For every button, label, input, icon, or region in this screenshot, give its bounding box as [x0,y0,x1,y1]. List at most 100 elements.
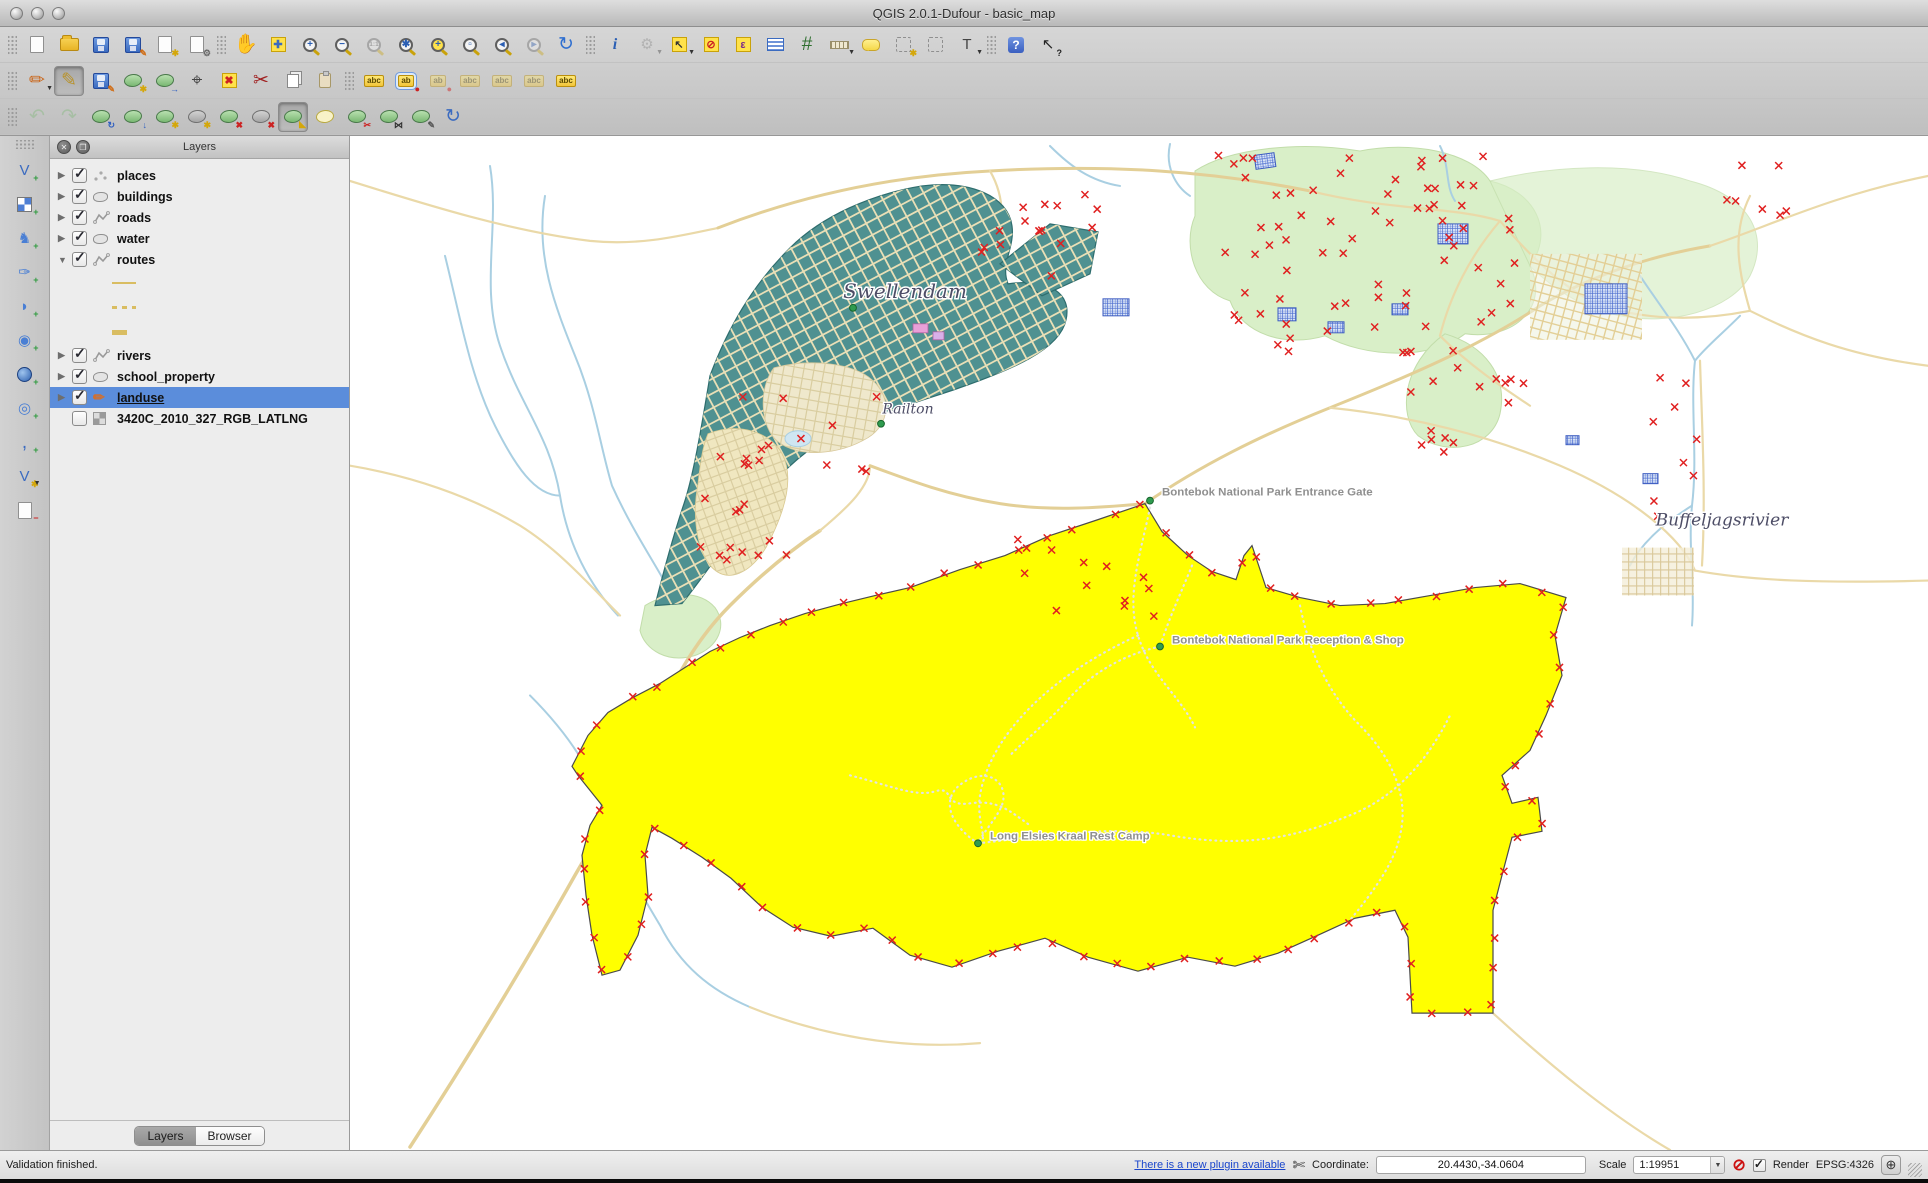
pan-map-button[interactable]: ✋ [231,30,261,60]
expander-icon[interactable]: ▶ [58,392,72,403]
stop-rendering-icon[interactable]: ⊘ [1732,1155,1745,1175]
pin-labels-button[interactable]: abc [455,66,485,96]
toolbar-grip[interactable] [15,140,35,149]
offset-curve-button[interactable] [310,102,340,132]
expander-icon[interactable]: ▼ [58,255,72,265]
add-mssql-layer-button[interactable]: ◗+ [10,291,40,321]
help-contents-button[interactable]: ? [1001,30,1031,60]
cut-features-button[interactable]: ✂ [246,66,276,96]
zoom-in-button[interactable]: + [295,30,325,60]
layer-visibility-checkbox[interactable] [72,252,87,267]
chevron-down-icon[interactable]: ▼ [976,49,983,56]
reshape-features-button[interactable]: ◣ [278,102,308,132]
whats-this-button[interactable]: ↖? [1033,30,1063,60]
new-project-button[interactable] [22,30,52,60]
resize-grip[interactable] [1908,1163,1922,1177]
labeling-options-button[interactable]: abc [359,66,389,96]
layer-visibility-checkbox[interactable] [72,210,87,225]
copy-features-button[interactable] [278,66,308,96]
panel-tab-layers[interactable]: Layers [135,1127,195,1145]
pan-map-to-selection-button[interactable]: ✚ [263,30,293,60]
show-bookmarks-button[interactable] [920,30,950,60]
expander-icon[interactable]: ▶ [58,371,72,382]
layer-visibility-checkbox[interactable] [72,231,87,246]
render-label[interactable]: Render [1773,1159,1809,1171]
delete-selected-button[interactable]: ✖ [214,66,244,96]
expander-icon[interactable]: ▶ [58,191,72,202]
new-shapefile-layer-button[interactable]: V✱▼ [10,461,40,491]
chevron-down-icon[interactable]: ▼ [688,49,695,56]
refresh-map-button[interactable]: ↻ [551,30,581,60]
layer-item-landuse[interactable]: ▶✏landuse [50,387,349,408]
layer-item-3420C_2010_327_RGB_LATLNG[interactable]: 3420C_2010_327_RGB_LATLNG [50,408,349,429]
render-checkbox[interactable] [1753,1159,1766,1172]
toolbar-grip[interactable] [8,107,17,127]
layer-visibility-checkbox[interactable] [72,168,87,183]
panel-close-icon[interactable]: ✕ [57,140,71,154]
layer-item-roads[interactable]: ▶roads [50,207,349,228]
chevron-down-icon[interactable]: ▼ [1710,1157,1724,1173]
toolbar-grip[interactable] [8,71,17,91]
panel-tab-browser[interactable]: Browser [196,1127,264,1145]
zoom-to-selection-button[interactable]: + [423,30,453,60]
split-features-button[interactable]: ✂ [342,102,372,132]
toolbar-grip[interactable] [8,35,17,55]
layer-item-water[interactable]: ▶water [50,228,349,249]
map-tips-button[interactable] [856,30,886,60]
merge-attributes-button[interactable]: ✎ [406,102,436,132]
delete-ring-button[interactable]: ✖ [214,102,244,132]
layer-visibility-checkbox[interactable] [72,189,87,204]
zoom-native-resolution-button[interactable]: 1:1 [359,30,389,60]
scale-combo[interactable]: 1:19951 ▼ [1633,1156,1725,1174]
redo-button[interactable]: ↷ [54,102,84,132]
select-by-expression-button[interactable]: ε [728,30,758,60]
select-features-button[interactable]: ↖▼ [664,30,694,60]
zoom-next-button[interactable]: ▸ [519,30,549,60]
open-attribute-table-button[interactable] [760,30,790,60]
merge-features-button[interactable]: ⋈ [374,102,404,132]
field-calculator-button[interactable]: # [792,30,822,60]
panel-detach-icon[interactable]: ❐ [76,140,90,154]
zoom-last-button[interactable]: ◂ [487,30,517,60]
save-project-button[interactable] [86,30,116,60]
save-layer-edits-button[interactable]: ✎ [86,66,116,96]
rotate-point-symbols-button[interactable]: ↻ [438,102,468,132]
layer-item-buildings[interactable]: ▶buildings [50,186,349,207]
zoom-out-button[interactable]: − [327,30,357,60]
chevron-down-icon[interactable]: ▼ [46,85,53,92]
expander-icon[interactable]: ▶ [58,170,72,181]
crs-status-icon[interactable]: ⊕ [1881,1155,1901,1175]
add-part-button[interactable]: ✱ [182,102,212,132]
expander-icon[interactable]: ▶ [58,233,72,244]
identify-features-button[interactable]: i [600,30,630,60]
save-project-as-button[interactable]: ✎ [118,30,148,60]
layer-visibility-checkbox[interactable] [72,369,87,384]
node-tool-button[interactable]: ⌖ [182,66,212,96]
text-annotation-button[interactable]: T▼ [952,30,982,60]
chevron-down-icon[interactable]: ▼ [848,49,855,56]
paste-features-button[interactable] [310,66,340,96]
chevron-down-icon[interactable]: ▼ [656,49,663,56]
composer-manager-button[interactable]: ⚙ [182,30,212,60]
layer-item-rivers[interactable]: ▶rivers [50,345,349,366]
add-wms-layer-button[interactable]: + [10,359,40,389]
rotate-label-button[interactable]: ab● [423,66,453,96]
plugin-available-link[interactable]: There is a new plugin available [1134,1159,1285,1171]
simplify-feature-button[interactable]: ↓ [118,102,148,132]
show-hide-labels-button[interactable]: abc [487,66,517,96]
add-ring-button[interactable]: ✱ [150,102,180,132]
zoom-to-layer-button[interactable]: ▫ [455,30,485,60]
measure-button[interactable]: ▼ [824,30,854,60]
undo-button[interactable]: ↶ [22,102,52,132]
add-postgis-layer-button[interactable]: ♞+ [10,223,40,253]
symbology-item[interactable] [50,320,349,345]
expander-icon[interactable]: ▶ [58,350,72,361]
change-label-properties-button[interactable]: abc [551,66,581,96]
title-bar[interactable]: QGIS 2.0.1-Dufour - basic_map [0,0,1928,27]
add-oracle-layer-button[interactable]: ◉+ [10,325,40,355]
symbology-item[interactable] [50,270,349,295]
toggle-editing-button[interactable]: ✎ [54,66,84,96]
layer-item-places[interactable]: ▶places [50,165,349,186]
layer-item-school_property[interactable]: ▶school_property [50,366,349,387]
chevron-down-icon[interactable]: ▼ [34,480,41,487]
